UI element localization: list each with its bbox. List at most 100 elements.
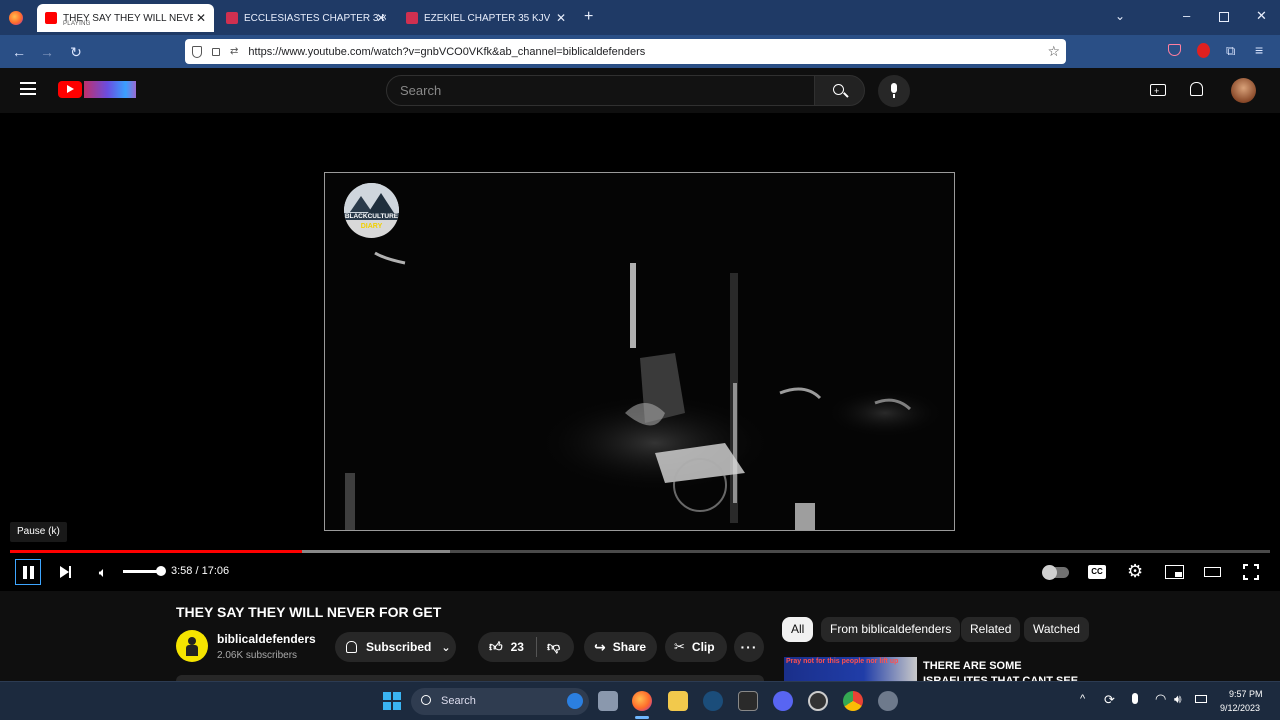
tray-mic-icon[interactable]	[1132, 693, 1138, 704]
back-arrow-icon[interactable]: ←	[10, 43, 28, 61]
tab-close-icon[interactable]: ✕	[556, 11, 566, 25]
chevron-down-icon: ⌄	[441, 641, 451, 654]
autoplay-toggle[interactable]	[1042, 565, 1069, 580]
thumbs-down-icon[interactable]: 👎︎	[547, 639, 560, 655]
bell-icon	[346, 641, 357, 653]
chrome-icon[interactable]	[843, 691, 863, 711]
video-scene	[325, 173, 954, 530]
reload-icon[interactable]: ↻	[67, 43, 85, 61]
search-icon	[833, 84, 844, 95]
tab-ezekiel[interactable]: EZEKIEL CHAPTER 35 KJV ✕	[398, 4, 574, 32]
browser-tab-strip: THEY SAY THEY WILL NEVER FO PLAYING ✕ EC…	[0, 0, 1280, 35]
clock-date[interactable]: 9/12/2023	[1220, 703, 1260, 713]
recommended-thumbnail[interactable]: Pray not for this people nor lift up	[784, 657, 917, 681]
taskbar-search-box[interactable]: Search	[411, 688, 589, 715]
tray-battery-icon[interactable]	[1195, 695, 1207, 703]
clip-button[interactable]: ✂ Clip	[665, 632, 727, 662]
file-explorer-icon[interactable]	[668, 691, 688, 711]
start-windows-icon[interactable]	[383, 692, 401, 710]
create-video-icon[interactable]: +	[1150, 84, 1166, 96]
volume-slider[interactable]	[123, 566, 166, 576]
channel-name[interactable]: biblicaldefenders	[217, 632, 316, 646]
chip-related[interactable]: Related	[961, 617, 1021, 642]
tab-list-chevron-icon[interactable]: ⌄	[1115, 9, 1125, 23]
channel-watermark-logo: BLACKCULTURE DIARY	[344, 183, 399, 238]
notifications-bell-icon[interactable]	[1190, 82, 1203, 96]
chip-watched[interactable]: Watched	[1024, 617, 1089, 642]
browser-navbar: ← → ↻ ⇄ https://www.youtube.com/watch?v=…	[0, 35, 1280, 68]
settings-gear-icon[interactable]: ⚙	[1127, 562, 1143, 580]
tab-favicon-icon	[226, 12, 238, 24]
bing-icon	[567, 693, 583, 709]
subscribed-button[interactable]: Subscribed ⌄	[335, 632, 456, 662]
time-display: 3:58 / 17:06	[171, 565, 230, 577]
extension-red-icon[interactable]	[1197, 43, 1210, 58]
lock-icon[interactable]	[212, 47, 220, 56]
youtube-logo[interactable]	[58, 81, 82, 98]
clip-label: Clip	[691, 640, 715, 654]
more-actions-button[interactable]: ···	[734, 632, 764, 662]
url-text[interactable]: https://www.youtube.com/watch?v=gnbVCO0V…	[248, 46, 645, 58]
captions-cc-icon[interactable]: CC	[1088, 565, 1106, 579]
channel-avatar[interactable]	[176, 630, 208, 662]
next-icon	[59, 566, 69, 578]
tray-overflow-chevron-icon[interactable]: ^	[1080, 693, 1085, 705]
pause-button[interactable]	[15, 559, 41, 585]
recommended-title[interactable]: THERE ARE SOME ISRAELITES THAT CANT SEE …	[923, 659, 1088, 681]
search-input[interactable]: Search	[386, 75, 815, 106]
task-view-icon[interactable]	[598, 691, 618, 711]
theater-mode-icon[interactable]	[1204, 567, 1221, 577]
doodle-banner-icon[interactable]	[84, 81, 136, 98]
obs-icon[interactable]	[808, 691, 828, 711]
video-title: THEY SAY THEY WILL NEVER FOR GET	[176, 604, 442, 620]
search-button[interactable]	[814, 75, 865, 106]
forward-arrow-icon[interactable]: →	[38, 43, 56, 61]
tracking-shield-icon[interactable]	[192, 45, 202, 58]
epic-games-icon[interactable]	[738, 691, 758, 711]
taskbar-firefox-icon[interactable]	[632, 691, 652, 711]
tab-close-icon[interactable]: ✕	[196, 11, 206, 25]
window-close-icon[interactable]: ✕	[1256, 8, 1267, 24]
guide-menu-icon[interactable]	[20, 82, 36, 95]
tray-volume-icon[interactable]: 🔊︎	[1174, 692, 1182, 707]
clock-time[interactable]: 9:57 PM	[1229, 689, 1263, 699]
extensions-puzzle-icon[interactable]: ⧉	[1226, 43, 1235, 59]
more-horizontal-icon: ···	[740, 639, 758, 655]
settings-app-icon[interactable]	[878, 691, 898, 711]
subscribed-label: Subscribed	[366, 640, 432, 654]
subscriber-count: 2.06K subscribers	[217, 650, 298, 661]
mute-button[interactable]: 🔈︎	[90, 559, 116, 585]
firefox-icon[interactable]	[9, 11, 23, 25]
window-maximize-icon[interactable]	[1219, 12, 1229, 22]
volume-slider-knob[interactable]	[156, 566, 166, 576]
menu-hamburger-icon[interactable]: ≡	[1255, 42, 1263, 58]
window-minimize-icon[interactable]: –	[1183, 8, 1190, 23]
tray-sync-icon[interactable]: ⟳	[1104, 692, 1115, 708]
tab-ecclesiastes[interactable]: ECCLESIASTES CHAPTER 3 KJV ✕	[218, 4, 394, 32]
next-button[interactable]	[52, 559, 78, 585]
tray-wifi-icon[interactable]: ◠	[1155, 691, 1166, 707]
address-bar[interactable]: ⇄ https://www.youtube.com/watch?v=gnbVCO…	[185, 39, 1066, 64]
share-label: Share	[612, 640, 647, 654]
miniplayer-icon[interactable]	[1165, 565, 1184, 579]
tab-active-video[interactable]: THEY SAY THEY WILL NEVER FO PLAYING ✕	[37, 4, 214, 32]
voice-search-mic-icon[interactable]	[878, 75, 910, 107]
like-count: 23	[510, 640, 524, 654]
discord-icon[interactable]	[773, 691, 793, 711]
bookmark-star-icon[interactable]: ☆	[1047, 43, 1060, 60]
video-frame[interactable]: BLACKCULTURE DIARY	[324, 172, 955, 531]
chip-all[interactable]: All	[782, 617, 814, 642]
tab-close-icon[interactable]: ✕	[376, 11, 386, 25]
account-avatar[interactable]	[1231, 78, 1256, 103]
like-button[interactable]: 👍︎ 23	[478, 639, 524, 655]
pocket-icon[interactable]	[1168, 44, 1181, 56]
new-tab-plus-icon[interactable]: +	[584, 8, 593, 26]
steam-icon[interactable]	[703, 691, 723, 711]
thumbs-up-icon: 👍︎	[489, 639, 503, 654]
chip-from-channel[interactable]: From biblicaldefenders	[821, 617, 961, 642]
youtube-masthead: Search +	[0, 68, 1280, 113]
permissions-icon[interactable]: ⇄	[230, 46, 238, 57]
share-button[interactable]: ↪ Share	[584, 632, 657, 662]
video-player[interactable]: BLACKCULTURE DIARY Pause (k) 🔈︎ 3:58 / 1…	[0, 113, 1280, 591]
fullscreen-icon[interactable]	[1243, 564, 1259, 580]
